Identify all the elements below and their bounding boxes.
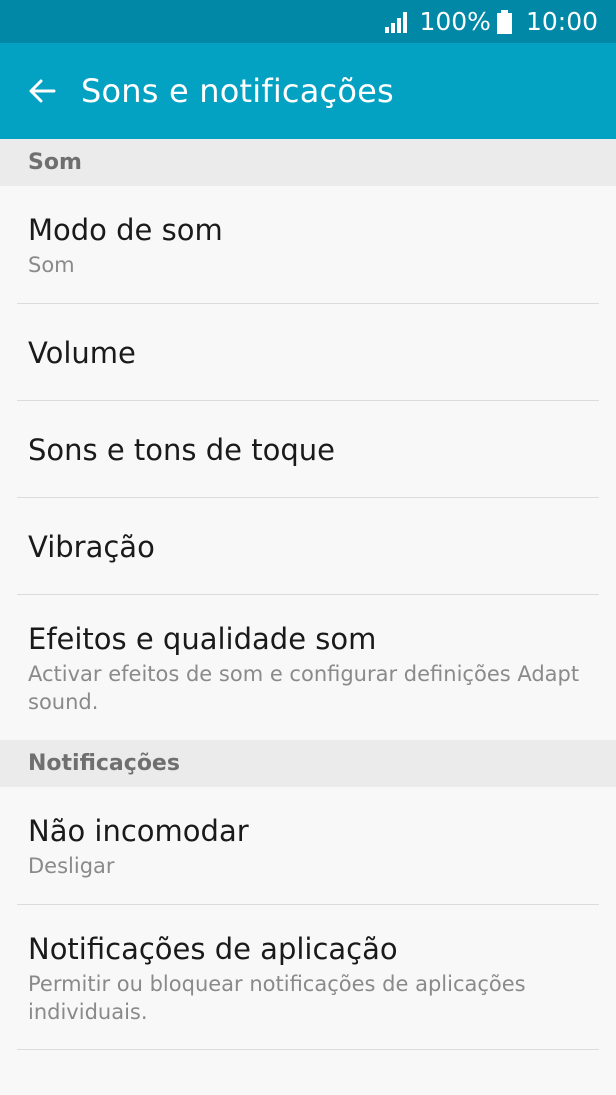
battery-percent: 100% <box>419 7 491 36</box>
list-item-modo-de-som[interactable]: Modo de som Som <box>0 186 616 304</box>
section-header-som: Som <box>0 139 616 186</box>
list-item-vibracao[interactable]: Vibração <box>0 498 616 595</box>
item-title: Efeitos e qualidade som <box>28 621 377 656</box>
list-item-nao-incomodar[interactable]: Não incomodar Desligar <box>0 787 616 905</box>
item-title: Modo de som <box>28 213 223 247</box>
app-bar: Sons e notificações <box>0 43 616 139</box>
list-item-notificacoes-aplicacao[interactable]: Notificações de aplicação Permitir ou bl… <box>0 905 616 1050</box>
item-title: Não incomodar <box>28 814 249 848</box>
item-title: Notificações de aplicação <box>28 931 398 966</box>
item-title: Sons e tons de toque <box>28 432 335 467</box>
item-subtitle: Activar efeitos de som e configurar defi… <box>28 661 580 714</box>
item-title: Volume <box>28 335 136 370</box>
list-item-efeitos-qualidade[interactable]: Efeitos e qualidade som Activar efeitos … <box>0 595 616 740</box>
arrow-left-icon <box>29 79 56 103</box>
item-subtitle: Desligar <box>28 854 115 878</box>
back-button[interactable] <box>25 74 59 108</box>
section-header-notificacoes: Notificações <box>0 740 616 787</box>
item-title: Vibração <box>28 529 155 564</box>
item-subtitle: Som <box>28 253 75 277</box>
status-bar: 100% 10:00 <box>0 0 616 43</box>
signal-icon <box>385 11 408 33</box>
page-title: Sons e notificações <box>81 72 394 110</box>
clock: 10:00 <box>525 7 598 36</box>
item-subtitle: Permitir ou bloquear notificações de apl… <box>28 971 526 1024</box>
battery-icon <box>496 9 512 34</box>
list-item-volume[interactable]: Volume <box>0 304 616 401</box>
list-item-sons-e-tons[interactable]: Sons e tons de toque <box>0 401 616 498</box>
